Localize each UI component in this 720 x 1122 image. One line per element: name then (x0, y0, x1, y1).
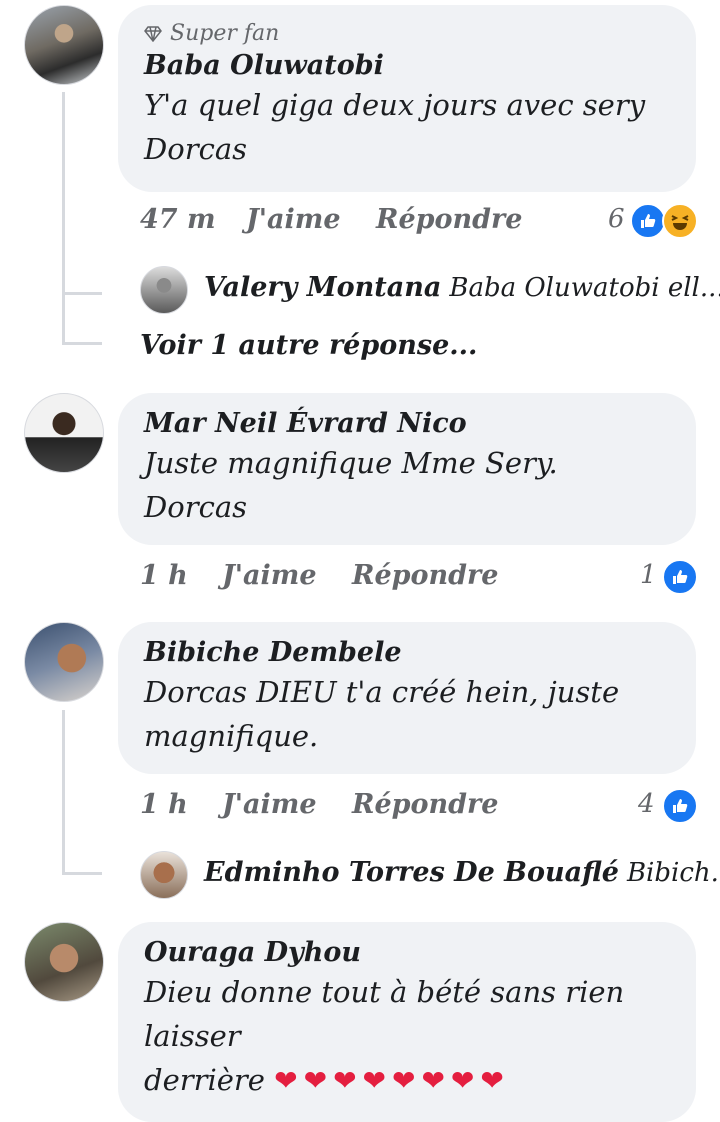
comment-text-line: Dieu donne tout à bété sans rien (144, 975, 625, 1009)
view-more-replies[interactable]: Voir 1 autre réponse... (140, 330, 477, 361)
thread-line (62, 710, 65, 874)
reply-text: Bibich... (626, 857, 720, 888)
comment-text-line: derrière ❤❤❤❤❤❤❤❤ (144, 1058, 670, 1103)
comment-time[interactable]: 1 h (140, 789, 188, 820)
comment-author[interactable]: Ouraga Dyhou (144, 936, 670, 970)
thread-line (62, 92, 65, 344)
thread-connector (62, 872, 102, 875)
comment-text-line: laisser (144, 1019, 241, 1053)
diamond-icon (144, 26, 162, 42)
comment-text-line: magnifique. (144, 719, 319, 753)
comment-text-line: Dorcas (144, 490, 247, 524)
like-button[interactable]: J'aime (246, 204, 341, 235)
haha-icon (662, 203, 698, 239)
reply-text: Baba Oluwatobi ell... (449, 272, 720, 303)
comment-time[interactable]: 1 h (140, 560, 188, 591)
super-fan-badge: Super fan (144, 19, 670, 49)
reply-avatar[interactable] (140, 266, 188, 314)
comment-time[interactable]: 47 m (140, 204, 216, 235)
badge-label: Super fan (170, 21, 280, 46)
reply-author[interactable]: Valery Montana (204, 272, 441, 303)
reply-preview[interactable]: Valery Montana Baba Oluwatobi ell... (204, 272, 720, 303)
comment-text-line: Juste magnifique Mme Sery. (144, 446, 558, 480)
comment-bubble[interactable]: Super fan Baba Oluwatobi Y'a quel giga d… (118, 5, 696, 192)
reply-button[interactable]: Répondre (352, 560, 498, 591)
comment-text-line: Y'a quel giga deux jours avec sery (144, 88, 646, 122)
comment-author[interactable]: Baba Oluwatobi (144, 49, 670, 83)
comment-author[interactable]: Bibiche Dembele (144, 636, 670, 670)
comment-bubble[interactable]: Ouraga Dyhou Dieu donne tout à bété sans… (118, 922, 696, 1122)
reaction-count[interactable]: 4 (638, 789, 655, 819)
reaction-count[interactable]: 1 (640, 560, 657, 590)
reply-avatar[interactable] (140, 851, 188, 899)
comment-text-fragment: derrière (144, 1063, 265, 1097)
comment-bubble[interactable]: Bibiche Dembele Dorcas DIEU t'a créé hei… (118, 622, 696, 774)
comment-text-line: Dorcas (144, 132, 247, 166)
comment-actions: 1 h J'aime Répondre (140, 560, 700, 600)
avatar[interactable] (24, 622, 104, 702)
reply-preview[interactable]: Edminho Torres De Bouaflé Bibich... (204, 857, 720, 888)
reply-button[interactable]: Répondre (376, 204, 522, 235)
heart-emojis: ❤❤❤❤❤❤❤❤ (274, 1064, 510, 1097)
like-icon (662, 788, 698, 824)
avatar[interactable] (24, 393, 104, 473)
reply-author[interactable]: Edminho Torres De Bouaflé (204, 857, 619, 888)
comment-bubble[interactable]: Mar Neil Évrard Nico Juste magnifique Mm… (118, 393, 696, 545)
comment-actions: 1 h J'aime Répondre (140, 789, 700, 829)
comment-author[interactable]: Mar Neil Évrard Nico (144, 407, 670, 441)
like-icon (662, 559, 698, 595)
reaction-count[interactable]: 6 (608, 204, 625, 234)
comment-text-line: Dorcas DIEU t'a créé hein, juste (144, 675, 620, 709)
like-icon (630, 203, 666, 239)
thread-connector (62, 342, 102, 345)
avatar[interactable] (24, 922, 104, 1002)
avatar[interactable] (24, 5, 104, 85)
reply-button[interactable]: Répondre (352, 789, 498, 820)
like-button[interactable]: J'aime (222, 789, 317, 820)
thread-connector (62, 292, 102, 295)
like-button[interactable]: J'aime (222, 560, 317, 591)
